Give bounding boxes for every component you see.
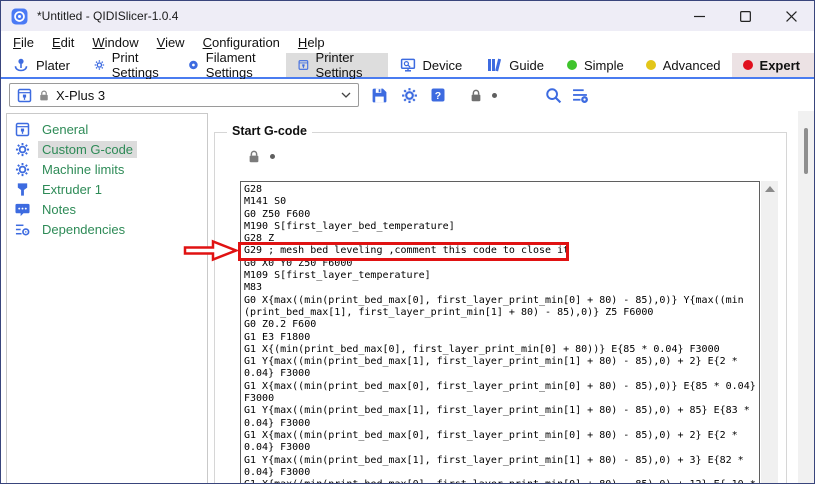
preset-name: X-Plus 3 — [56, 88, 335, 103]
device-icon — [400, 57, 416, 73]
tab-label: Guide — [509, 58, 544, 73]
gear-icon — [15, 142, 30, 157]
tab-filament-settings[interactable]: Filament Settings — [176, 53, 286, 77]
start-gcode-editor[interactable]: G28 M141 S0 G0 Z50 F600 M190 S[first_lay… — [240, 181, 760, 484]
lock-icon — [38, 89, 50, 102]
tab-label: Printer Settings — [316, 50, 376, 80]
help-button[interactable] — [430, 87, 446, 103]
help-icon — [430, 87, 446, 103]
app-window: *Untitled - QIDISlicer-1.0.4 File Edit W… — [0, 0, 815, 484]
lock-icon — [469, 88, 483, 103]
gear-icon — [401, 87, 418, 104]
printer-icon — [15, 122, 30, 137]
settings-sidebar: General Custom G-code Machine limits Ext… — [6, 113, 208, 484]
close-button[interactable] — [768, 1, 814, 31]
preset-toolbar: X-Plus 3 — [1, 79, 814, 111]
expert-mode-dot-icon — [743, 60, 753, 70]
menu-item-configuration[interactable]: Configuration — [194, 35, 289, 50]
mode-simple[interactable]: Simple — [556, 53, 635, 77]
tab-label: Filament Settings — [206, 50, 274, 80]
tab-printer-settings[interactable]: Printer Settings — [286, 53, 388, 77]
tab-label: Device — [423, 58, 463, 73]
menu-item-edit[interactable]: Edit — [43, 35, 83, 50]
tab-guide[interactable]: Guide — [474, 53, 556, 77]
minimize-icon — [694, 11, 705, 22]
start-gcode-lock-row — [247, 149, 275, 164]
gear-icon — [94, 57, 105, 73]
tab-device[interactable]: Device — [388, 53, 475, 77]
sidebar-item-extruder-1[interactable]: Extruder 1 — [7, 179, 207, 199]
window-title: *Untitled - QIDISlicer-1.0.4 — [37, 9, 178, 23]
filament-icon — [188, 57, 199, 73]
search-button[interactable] — [545, 87, 562, 104]
menu-item-window[interactable]: Window — [83, 35, 147, 50]
tab-label: Plater — [36, 58, 70, 73]
close-icon — [786, 11, 797, 22]
compare-settings-button[interactable] — [572, 87, 589, 104]
sidebar-item-label: Notes — [38, 201, 80, 218]
sidebar-item-dependencies[interactable]: Dependencies — [7, 219, 207, 239]
preset-settings-button[interactable] — [401, 87, 418, 104]
maximize-button[interactable] — [722, 1, 768, 31]
sidebar-item-machine-limits[interactable]: Machine limits — [7, 159, 207, 179]
extruder-icon — [15, 182, 30, 197]
sidebar-item-custom-gcode[interactable]: Custom G-code — [7, 139, 207, 159]
gear-icon — [15, 162, 30, 177]
save-icon — [371, 87, 388, 104]
search-icon — [545, 87, 562, 104]
dependencies-icon — [15, 222, 30, 237]
simple-mode-dot-icon — [567, 60, 577, 70]
menu-item-help[interactable]: Help — [289, 35, 334, 50]
dot-indicator-icon — [270, 154, 275, 159]
chevron-down-icon — [341, 92, 351, 98]
page-scrollbar-thumb[interactable] — [804, 128, 808, 174]
mode-switcher: Simple Advanced Expert — [556, 53, 814, 77]
filter-gear-icon — [572, 87, 589, 104]
sidebar-item-notes[interactable]: Notes — [7, 199, 207, 219]
sidebar-item-label: Dependencies — [38, 221, 129, 238]
start-gcode-text: G28 M141 S0 G0 Z50 F600 M190 S[first_lay… — [241, 182, 759, 484]
printer-icon — [17, 88, 32, 103]
tab-plater[interactable]: Plater — [1, 53, 82, 77]
notes-icon — [15, 202, 30, 217]
mode-label: Expert — [760, 58, 800, 73]
app-icon — [11, 8, 28, 25]
tab-print-settings[interactable]: Print Settings — [82, 53, 176, 77]
page-scrollbar[interactable] — [798, 111, 814, 484]
minimize-button[interactable] — [676, 1, 722, 31]
mode-expert[interactable]: Expert — [732, 53, 814, 77]
sidebar-item-label: Machine limits — [38, 161, 128, 178]
annotation-arrow-icon — [182, 238, 240, 263]
mode-label: Simple — [584, 58, 624, 73]
scroll-up-icon[interactable] — [765, 186, 775, 192]
advanced-mode-dot-icon — [646, 60, 656, 70]
tab-label: Print Settings — [112, 50, 164, 80]
save-preset-button[interactable] — [371, 87, 388, 104]
guide-icon — [486, 57, 502, 73]
lock-indicator[interactable] — [469, 88, 483, 103]
maximize-icon — [740, 11, 751, 22]
sidebar-item-label: General — [38, 121, 92, 138]
plater-icon — [13, 57, 29, 73]
sidebar-item-general[interactable]: General — [7, 119, 207, 139]
printer-preset-combo[interactable]: X-Plus 3 — [9, 83, 359, 107]
menu-item-view[interactable]: View — [148, 35, 194, 50]
dot-indicator-icon — [492, 93, 497, 98]
sidebar-item-label: Custom G-code — [38, 141, 137, 158]
start-gcode-group-title: Start G-code — [227, 124, 312, 138]
window-controls — [676, 1, 814, 31]
mode-label: Advanced — [663, 58, 721, 73]
menu-item-file[interactable]: File — [4, 35, 43, 50]
gcode-editor-scrollbar[interactable] — [761, 181, 778, 484]
tabbar: Plater Print Settings Filament Settings … — [1, 53, 814, 79]
mode-advanced[interactable]: Advanced — [635, 53, 732, 77]
sidebar-item-label: Extruder 1 — [38, 181, 106, 198]
titlebar: *Untitled - QIDISlicer-1.0.4 — [1, 1, 814, 31]
printer-icon — [298, 57, 309, 73]
annotation-box — [238, 242, 569, 261]
lock-icon[interactable] — [247, 149, 261, 164]
